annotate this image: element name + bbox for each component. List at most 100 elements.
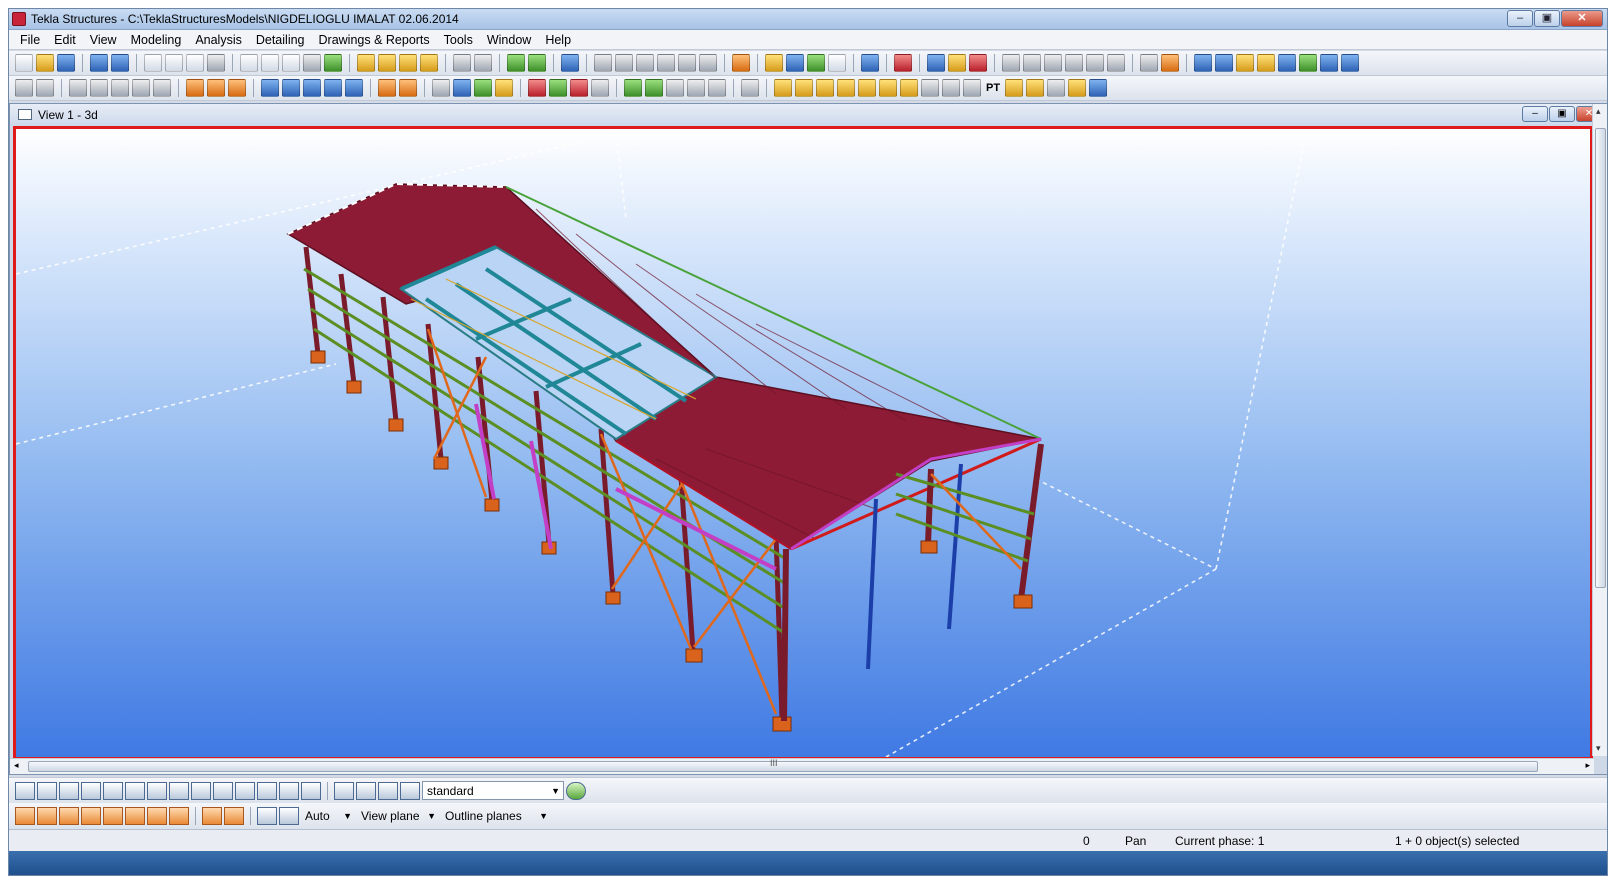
select-reference-icon[interactable] bbox=[301, 781, 321, 800]
snap-perpendicular-icon[interactable] bbox=[103, 807, 123, 825]
select-surfaces-icon[interactable] bbox=[59, 781, 79, 800]
work-plane-dropdown[interactable]: View plane ▼ bbox=[357, 807, 439, 826]
cut-icon[interactable] bbox=[303, 54, 321, 72]
help-icon[interactable] bbox=[561, 54, 579, 72]
3d-model-viewport[interactable] bbox=[13, 126, 1593, 760]
numbering-icon[interactable] bbox=[507, 54, 525, 72]
snap-line-extension-icon[interactable] bbox=[125, 807, 145, 825]
horizontal-scroll-thumb[interactable] bbox=[28, 761, 1538, 772]
menu-view[interactable]: View bbox=[83, 30, 124, 50]
arrow-right-icon[interactable] bbox=[708, 79, 726, 97]
move-icon[interactable] bbox=[636, 54, 654, 72]
snap-intersection-icon[interactable] bbox=[81, 807, 101, 825]
snap-reference-lines-icon[interactable] bbox=[15, 807, 35, 825]
footing-icon[interactable] bbox=[399, 79, 417, 97]
portal-frame-icon[interactable] bbox=[594, 54, 612, 72]
x-icon[interactable] bbox=[1086, 54, 1104, 72]
profile-c-icon[interactable] bbox=[921, 79, 939, 97]
profile-i-icon[interactable] bbox=[795, 79, 813, 97]
eraser-icon[interactable] bbox=[36, 79, 54, 97]
select-components-icon[interactable] bbox=[279, 781, 299, 800]
scroll-left-icon[interactable]: ◂ bbox=[14, 760, 19, 771]
corner-icon[interactable] bbox=[1107, 54, 1125, 72]
catalog-icon[interactable] bbox=[828, 54, 846, 72]
snap-nearest-icon[interactable] bbox=[169, 807, 189, 825]
menu-edit[interactable]: Edit bbox=[47, 30, 83, 50]
profile-u-icon[interactable] bbox=[963, 79, 981, 97]
lock-icon[interactable] bbox=[15, 79, 33, 97]
rectangle-red-icon[interactable] bbox=[570, 79, 588, 97]
select-components-in-components-icon[interactable] bbox=[378, 781, 398, 800]
properties-icon[interactable] bbox=[207, 54, 225, 72]
copy-object-icon[interactable] bbox=[591, 79, 609, 97]
select-cuts-icon[interactable] bbox=[169, 781, 189, 800]
line-icon[interactable] bbox=[1002, 54, 1020, 72]
view-maximize-button[interactable]: ▣ bbox=[1549, 106, 1575, 122]
query-bolt-icon[interactable] bbox=[1278, 54, 1296, 72]
menu-modeling[interactable]: Modeling bbox=[124, 30, 189, 50]
weld-icon[interactable] bbox=[807, 54, 825, 72]
profile-l-icon[interactable] bbox=[858, 79, 876, 97]
selection-filter-settings-icon[interactable] bbox=[566, 781, 586, 800]
concrete-column-icon[interactable] bbox=[261, 79, 279, 97]
query-info-icon[interactable] bbox=[1341, 54, 1359, 72]
minimize-button[interactable]: – bbox=[1507, 10, 1533, 27]
binoculars-icon[interactable] bbox=[432, 79, 450, 97]
profile-flat-icon[interactable] bbox=[879, 79, 897, 97]
snap-geometry-lines-icon[interactable] bbox=[37, 807, 57, 825]
plate-icon[interactable] bbox=[132, 79, 150, 97]
snap-arrow-icon[interactable] bbox=[224, 807, 244, 825]
query-object-icon[interactable] bbox=[1194, 54, 1212, 72]
query-cog-icon[interactable] bbox=[1299, 54, 1317, 72]
polyline-icon[interactable] bbox=[1023, 54, 1041, 72]
selection-filter-dropdown[interactable]: standard ▼ bbox=[422, 781, 564, 800]
tree-icon[interactable] bbox=[474, 79, 492, 97]
grid-icon[interactable] bbox=[453, 79, 471, 97]
model-organizer-icon[interactable] bbox=[969, 54, 987, 72]
snap-any-position-icon[interactable] bbox=[147, 807, 167, 825]
menu-detailing[interactable]: Detailing bbox=[249, 30, 312, 50]
assembly-icon[interactable] bbox=[765, 54, 783, 72]
select-points-icon[interactable] bbox=[81, 781, 101, 800]
horizontal-scrollbar[interactable]: ◂ III ▸ bbox=[10, 758, 1594, 774]
select-parts-icon[interactable] bbox=[37, 781, 57, 800]
weld-tool-icon[interactable] bbox=[207, 79, 225, 97]
plane-depth-dropdown[interactable]: Auto ▼ bbox=[301, 807, 355, 826]
query-center-icon[interactable] bbox=[1236, 54, 1254, 72]
polybeam-icon[interactable] bbox=[111, 79, 129, 97]
vertical-scrollbar[interactable]: ▴ ▾ bbox=[1592, 104, 1607, 756]
cross-icon[interactable] bbox=[1065, 54, 1083, 72]
view-properties-icon[interactable] bbox=[282, 54, 300, 72]
profile-frame-icon[interactable] bbox=[1026, 79, 1045, 97]
select-bolts-icon[interactable] bbox=[213, 781, 233, 800]
inquire-icon[interactable] bbox=[474, 54, 492, 72]
profile-c2-icon[interactable] bbox=[942, 79, 960, 97]
menu-tools[interactable]: Tools bbox=[437, 30, 480, 50]
menu-window[interactable]: Window bbox=[480, 30, 538, 50]
part-icon[interactable] bbox=[357, 54, 375, 72]
angle-icon[interactable] bbox=[1044, 54, 1062, 72]
profile-t-icon[interactable] bbox=[774, 79, 792, 97]
profile-h-icon[interactable] bbox=[816, 79, 834, 97]
query-area-icon[interactable] bbox=[1320, 54, 1338, 72]
scroll-right-icon[interactable]: ▸ bbox=[1585, 760, 1590, 771]
profile-table-icon[interactable] bbox=[1089, 79, 1108, 97]
open-drawing-icon[interactable] bbox=[165, 54, 183, 72]
profile-slope-icon[interactable] bbox=[1068, 79, 1087, 97]
snap-center-icon[interactable] bbox=[59, 807, 79, 825]
clash-check-icon[interactable] bbox=[528, 54, 546, 72]
concrete-panel-icon[interactable] bbox=[324, 79, 342, 97]
vertical-scroll-thumb[interactable] bbox=[1595, 128, 1606, 588]
undo-icon[interactable] bbox=[90, 54, 108, 72]
scroll-up-icon[interactable]: ▴ bbox=[1596, 106, 1601, 117]
drawing-icon[interactable] bbox=[378, 54, 396, 72]
sequence-icon[interactable] bbox=[927, 54, 945, 72]
maximize-button[interactable]: ▣ bbox=[1534, 10, 1560, 27]
profile-box-icon[interactable] bbox=[837, 79, 855, 97]
select-assemblies-icon[interactable] bbox=[334, 781, 354, 800]
drawing-list-icon[interactable] bbox=[420, 54, 438, 72]
concrete-beam-icon[interactable] bbox=[282, 79, 300, 97]
network-icon[interactable] bbox=[645, 79, 663, 97]
profile-arch-icon[interactable] bbox=[1005, 79, 1024, 97]
level-icon[interactable] bbox=[741, 79, 759, 97]
